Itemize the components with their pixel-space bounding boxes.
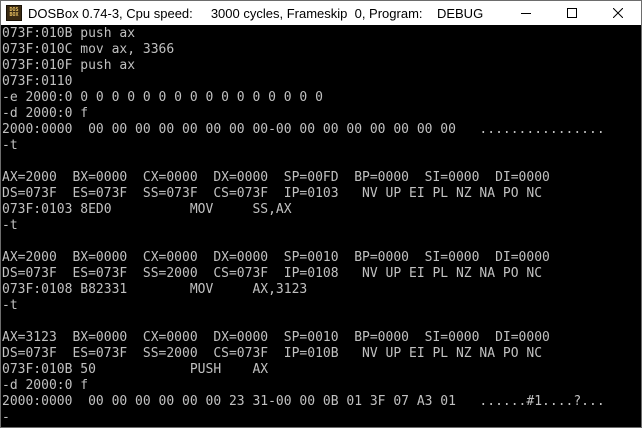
minimize-button[interactable]	[503, 1, 549, 25]
console-line: DS=073F ES=073F SS=2000 CS=073F IP=010B …	[2, 346, 543, 361]
console-line: AX=2000 BX=0000 CX=0000 DX=0000 SP=00FD …	[2, 170, 550, 185]
command-prompt[interactable]: -	[2, 410, 10, 426]
console-line: 073F:010B push ax	[2, 26, 136, 41]
window-title: DOSBox 0.74-3, Cpu speed: 3000 cycles, F…	[28, 5, 484, 21]
app-icon-text-bottom: BOX	[9, 12, 19, 18]
console-line: 073F:010B 50 PUSH AX	[2, 362, 269, 377]
minimize-icon	[521, 13, 531, 14]
console-line: -t	[2, 218, 18, 233]
dos-console[interactable]: 073F:010B push ax 073F:010C mov ax, 3366…	[1, 25, 641, 427]
window-controls	[503, 1, 641, 25]
console-line: 073F:010F push ax	[2, 58, 136, 73]
console-line: 2000:0000 00 00 00 00 00 00 23 31-00 00 …	[2, 394, 605, 409]
console-line: -t	[2, 298, 18, 313]
maximize-icon	[567, 8, 577, 18]
console-line: -e 2000:0 0 0 0 0 0 0 0 0 0 0 0 0 0 0 0 …	[2, 90, 323, 105]
console-line: -d 2000:0 f	[2, 378, 89, 393]
maximize-button[interactable]	[549, 1, 595, 25]
console-line: 073F:0103 8ED0 MOV SS,AX	[2, 202, 292, 217]
console-line: AX=2000 BX=0000 CX=0000 DX=0000 SP=0010 …	[2, 250, 550, 265]
dosbox-app-icon[interactable]: DOS BOX	[6, 5, 22, 21]
console-line: 073F:0108 B82331 MOV AX,3123	[2, 282, 308, 297]
console-line: DS=073F ES=073F SS=2000 CS=073F IP=0108 …	[2, 266, 543, 281]
console-line: -d 2000:0 f	[2, 106, 89, 121]
close-button[interactable]	[595, 1, 641, 25]
console-line: AX=3123 BX=0000 CX=0000 DX=0000 SP=0010 …	[2, 330, 550, 345]
console-line: DS=073F ES=073F SS=073F CS=073F IP=0103 …	[2, 186, 543, 201]
console-line: 073F:010C mov ax, 3366	[2, 42, 175, 57]
dosbox-window: DOS BOX DOSBox 0.74-3, Cpu speed: 3000 c…	[0, 0, 642, 428]
console-line: 073F:0110	[2, 74, 73, 89]
console-line: 2000:0000 00 00 00 00 00 00 00 00-00 00 …	[2, 122, 605, 137]
title-bar[interactable]: DOS BOX DOSBox 0.74-3, Cpu speed: 3000 c…	[1, 1, 641, 25]
console-line: -t	[2, 138, 18, 153]
close-icon	[613, 8, 623, 18]
